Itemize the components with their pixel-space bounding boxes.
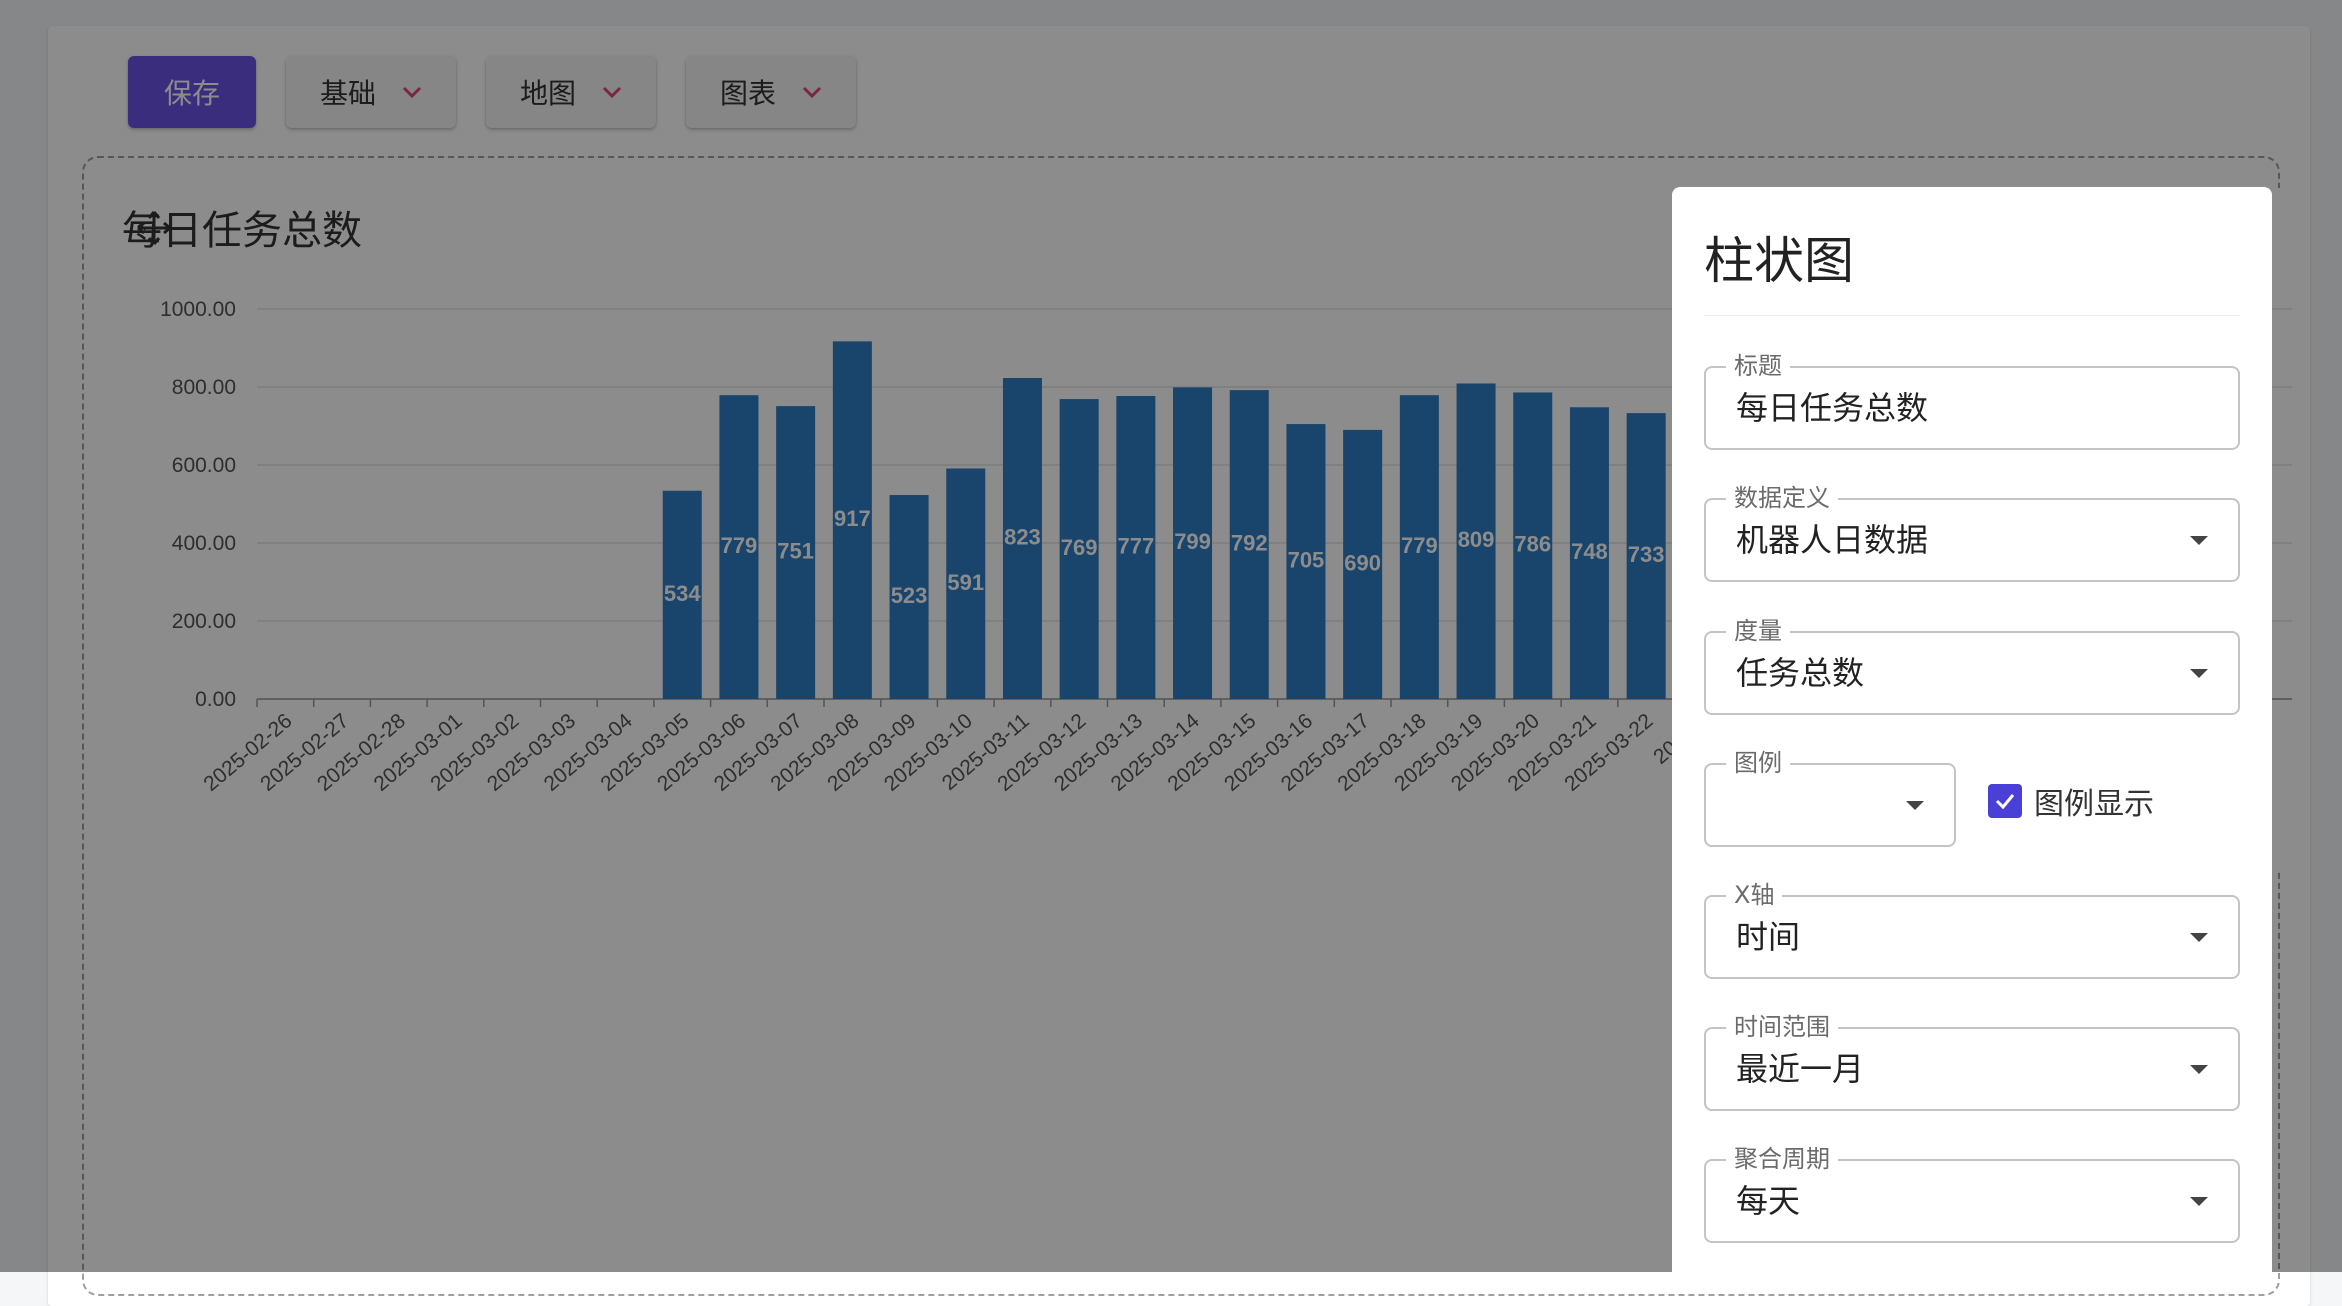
data-definition-select[interactable]: 数据定义 机器人日数据	[1704, 484, 2240, 582]
data-definition-label: 数据定义	[1726, 484, 1838, 512]
legend-show-label: 图例显示	[2034, 787, 2154, 822]
legend-select[interactable]: 图例	[1704, 749, 1956, 847]
title-field[interactable]: 标题 每日任务总数	[1704, 352, 2240, 450]
dropdown-arrow-icon	[2190, 933, 2208, 942]
title-field-value: 每日任务总数	[1736, 389, 1929, 427]
divider	[1704, 315, 2240, 316]
dropdown-arrow-icon	[2190, 1065, 2208, 1074]
dropdown-arrow-icon	[2190, 669, 2208, 678]
period-label: 聚合周期	[1726, 1145, 1838, 1173]
check-icon	[1995, 794, 2015, 810]
dropdown-arrow-icon	[2190, 1197, 2208, 1206]
measure-select[interactable]: 度量 任务总数	[1704, 617, 2240, 715]
dropdown-arrow-icon	[2190, 536, 2208, 545]
legend-show-toggle[interactable]: 图例显示	[1988, 779, 2154, 823]
measure-label: 度量	[1726, 617, 1790, 645]
period-select[interactable]: 聚合周期 每天	[1704, 1145, 2240, 1243]
time-range-label: 时间范围	[1726, 1013, 1838, 1041]
legend-show-checkbox[interactable]	[1988, 784, 2022, 818]
xaxis-label: X轴	[1726, 881, 1783, 909]
legend-label: 图例	[1726, 749, 1790, 777]
data-definition-value: 机器人日数据	[1736, 521, 1929, 559]
title-field-label: 标题	[1726, 352, 1790, 380]
dropdown-arrow-icon	[1906, 801, 1924, 810]
measure-value: 任务总数	[1736, 654, 1865, 692]
time-range-select[interactable]: 时间范围 最近一月	[1704, 1013, 2240, 1111]
time-range-value: 最近一月	[1736, 1050, 1865, 1088]
xaxis-select[interactable]: X轴 时间	[1704, 881, 2240, 979]
chart-config-panel: 柱状图 标题 每日任务总数 数据定义 机器人日数据 度量 任务总数 图例 图例显…	[1672, 187, 2272, 1287]
xaxis-value: 时间	[1736, 918, 1801, 956]
panel-title: 柱状图	[1704, 232, 1854, 290]
period-value: 每天	[1736, 1182, 1801, 1220]
